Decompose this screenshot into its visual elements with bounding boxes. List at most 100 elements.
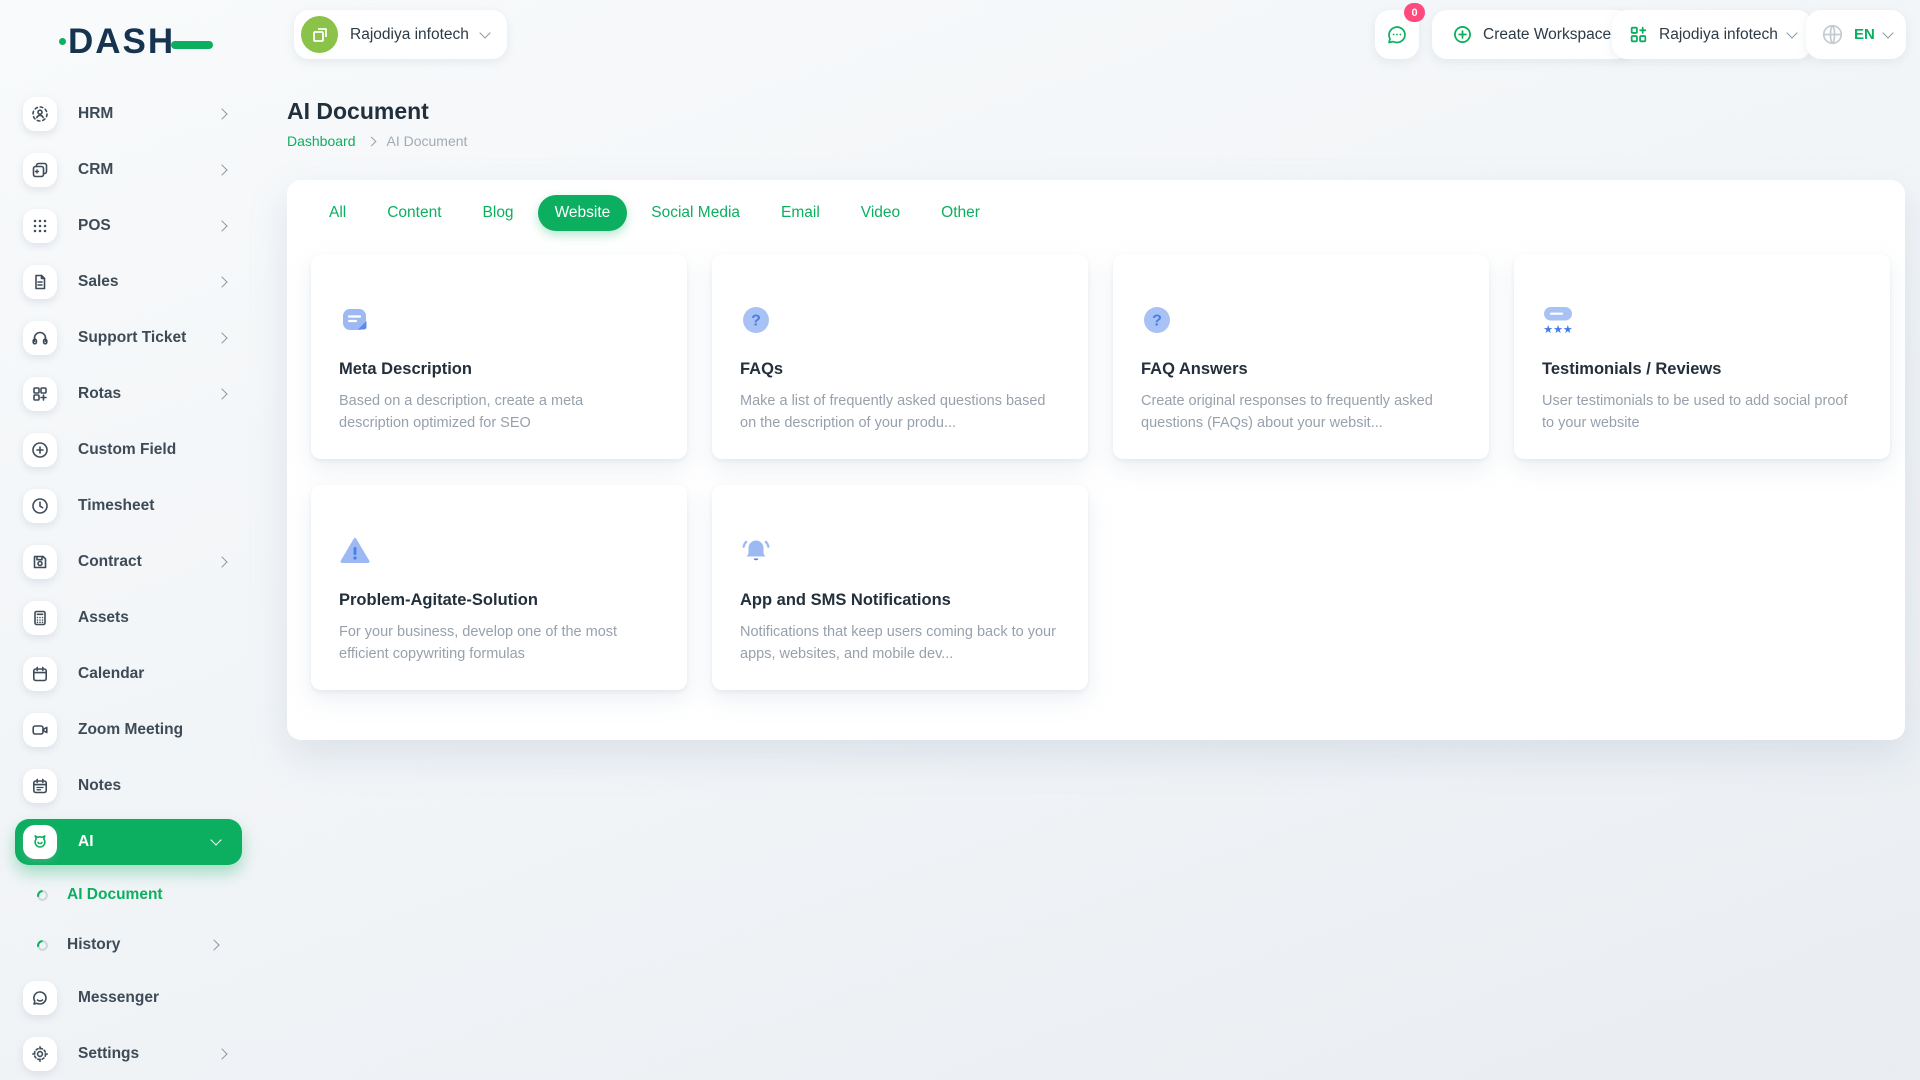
logo-dash-accent (171, 41, 213, 49)
tab-content[interactable]: Content (370, 195, 458, 231)
zoom-meeting-icon (23, 713, 57, 747)
settings-icon (23, 1037, 57, 1071)
tab-social-media[interactable]: Social Media (634, 195, 757, 231)
sidebar-item-ai[interactable]: AI (0, 814, 260, 870)
sidebar-item-custom-field[interactable]: Custom Field (0, 422, 260, 478)
contract-icon (23, 545, 57, 579)
tab-blog[interactable]: Blog (466, 195, 531, 231)
template-card-meta-description[interactable]: Meta Description Based on a description,… (311, 254, 687, 459)
chat-icon (1385, 23, 1409, 47)
sidebar-item-calendar[interactable]: Calendar (0, 646, 260, 702)
sidebar: HRM CRM POS (0, 86, 260, 1080)
sidebar-item-settings[interactable]: Settings (0, 1026, 260, 1080)
create-workspace-label: Create Workspace (1483, 26, 1611, 44)
hrm-icon (23, 97, 57, 131)
sidebar-item-notes[interactable]: Notes (0, 758, 260, 814)
question-icon: ? (1141, 304, 1459, 336)
template-card-faq-answers[interactable]: ? FAQ Answers Create original responses … (1113, 254, 1489, 459)
assets-icon (23, 601, 57, 635)
plus-circle-icon (1452, 24, 1473, 45)
template-card-testimonials-reviews[interactable]: ★★★ Testimonials / Reviews User testimon… (1514, 254, 1890, 459)
bell-icon (740, 535, 1058, 567)
sidebar-item-history[interactable]: History (0, 920, 260, 970)
card-title: FAQ Answers (1141, 360, 1459, 379)
page-title: AI Document (287, 98, 429, 125)
notes-icon (23, 769, 57, 803)
submenu-bullet-icon (37, 890, 48, 901)
sidebar-item-support-ticket[interactable]: Support Ticket (0, 310, 260, 366)
messages-count-badge: 0 (1404, 3, 1425, 22)
custom-field-icon (23, 433, 57, 467)
crm-icon (23, 153, 57, 187)
timesheet-icon (23, 489, 57, 523)
sidebar-item-assets[interactable]: Assets (0, 590, 260, 646)
messages-button[interactable]: 0 (1375, 10, 1419, 59)
card-description: User testimonials to be used to add soci… (1542, 391, 1860, 435)
breadcrumb-chevron-icon (366, 136, 376, 146)
ai-document-panel: All Content Blog Website Social Media (287, 180, 1905, 740)
template-card-grid: Meta Description Based on a description,… (287, 231, 1905, 690)
sidebar-item-zoom-meeting[interactable]: Zoom Meeting (0, 702, 260, 758)
chevron-down-icon (1882, 27, 1893, 38)
sidebar-item-ai-document[interactable]: AI Document (0, 870, 260, 920)
support-ticket-icon (23, 321, 57, 355)
company-name: Rajodiya infotech (1659, 26, 1778, 44)
sidebar-item-hrm[interactable]: HRM (0, 86, 260, 142)
company-menu[interactable]: Rajodiya infotech (1612, 10, 1812, 59)
globe-icon (1820, 22, 1845, 47)
meta-description-icon (339, 304, 657, 336)
card-description: For your business, develop one of the mo… (339, 622, 657, 666)
submenu-bullet-icon (37, 940, 48, 951)
sidebar-item-contract[interactable]: Contract (0, 534, 260, 590)
svg-text:★★★: ★★★ (1543, 323, 1573, 336)
breadcrumb-current: AI Document (387, 133, 468, 149)
sidebar-item-pos[interactable]: POS (0, 198, 260, 254)
card-description: Create original responses to frequently … (1141, 391, 1459, 435)
calendar-icon (23, 657, 57, 691)
breadcrumb: Dashboard AI Document (287, 133, 467, 149)
breadcrumb-dashboard-link[interactable]: Dashboard (287, 133, 356, 149)
tab-video[interactable]: Video (844, 195, 917, 231)
workspace-avatar-icon (301, 16, 338, 53)
card-title: FAQs (740, 360, 1058, 379)
card-title: Problem-Agitate-Solution (339, 591, 657, 610)
category-tabs: All Content Blog Website Social Media (287, 180, 1905, 231)
sidebar-item-timesheet[interactable]: Timesheet (0, 478, 260, 534)
workspace-switcher[interactable]: Rajodiya infotech (294, 10, 507, 59)
tab-all[interactable]: All (312, 195, 363, 231)
app-root: DASH Rajodiya infotech 0 Create (0, 0, 1920, 1080)
testimonials-icon: ★★★ (1542, 304, 1860, 336)
card-description: Notifications that keep users coming bac… (740, 622, 1058, 666)
sidebar-item-crm[interactable]: CRM (0, 142, 260, 198)
dash-logo[interactable]: DASH (68, 22, 213, 62)
sidebar-item-messenger[interactable]: Messenger (0, 970, 260, 1026)
ai-icon (23, 825, 57, 859)
sidebar-item-rotas[interactable]: Rotas (0, 366, 260, 422)
chevron-down-icon (1786, 27, 1797, 38)
card-title: App and SMS Notifications (740, 591, 1058, 610)
tab-other[interactable]: Other (924, 195, 997, 231)
card-description: Make a list of frequently asked question… (740, 391, 1058, 435)
language-selector[interactable]: EN (1806, 10, 1906, 59)
messenger-icon (23, 981, 57, 1015)
template-card-app-and-sms-notifications[interactable]: App and SMS Notifications Notifications … (712, 485, 1088, 690)
sidebar-item-sales[interactable]: Sales (0, 254, 260, 310)
create-workspace-button[interactable]: Create Workspace (1432, 10, 1631, 59)
card-title: Testimonials / Reviews (1542, 360, 1860, 379)
tab-website[interactable]: Website (538, 195, 628, 231)
svg-text:?: ? (1152, 313, 1162, 330)
sales-icon (23, 265, 57, 299)
grid-plus-icon (1628, 24, 1649, 45)
warning-icon (339, 535, 657, 567)
chevron-down-icon (479, 27, 490, 38)
pos-icon (23, 209, 57, 243)
card-description: Based on a description, create a meta de… (339, 391, 657, 435)
language-code: EN (1854, 26, 1875, 43)
card-title: Meta Description (339, 360, 657, 379)
template-card-faqs[interactable]: ? FAQs Make a list of frequently asked q… (712, 254, 1088, 459)
template-card-problem-agitate-solution[interactable]: Problem-Agitate-Solution For your busine… (311, 485, 687, 690)
workspace-name: Rajodiya infotech (350, 26, 469, 44)
tab-email[interactable]: Email (764, 195, 837, 231)
question-icon: ? (740, 304, 1058, 336)
logo-text: DASH (68, 22, 175, 62)
